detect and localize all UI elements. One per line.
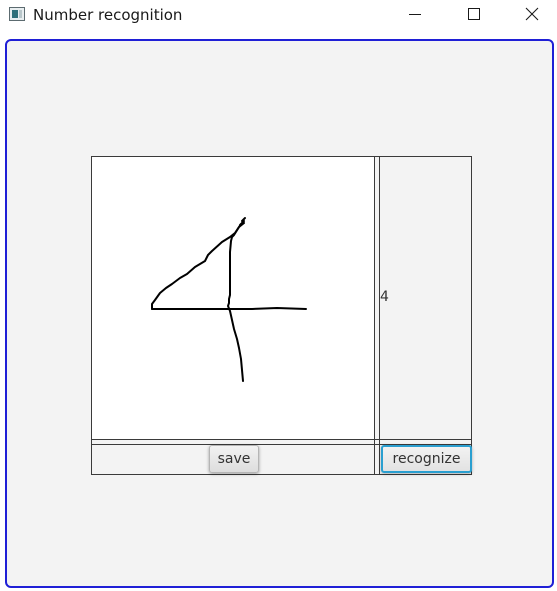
minimize-icon [409, 14, 421, 15]
maximize-button[interactable] [450, 0, 496, 30]
save-button[interactable]: save [209, 445, 259, 473]
app-window-icon [9, 7, 25, 21]
app-window: Number recognition 4 save recognize [0, 0, 557, 591]
grid-divider-horizontal [92, 439, 471, 440]
close-button[interactable] [509, 0, 555, 30]
recognition-result-label: 4 [380, 289, 389, 305]
title-bar[interactable]: Number recognition [0, 0, 557, 30]
maximize-icon [468, 8, 480, 20]
close-icon [525, 7, 539, 21]
handwritten-digit-drawing [151, 217, 307, 382]
window-title: Number recognition [33, 6, 183, 24]
recognize-button[interactable]: recognize [381, 445, 472, 473]
client-area: 4 save recognize [5, 39, 554, 588]
grid-divider-vertical [374, 157, 375, 474]
drawing-canvas[interactable] [92, 157, 374, 439]
grid-divider-vertical [379, 157, 380, 474]
layout-grid: 4 save recognize [91, 156, 472, 475]
minimize-button[interactable] [392, 0, 438, 30]
